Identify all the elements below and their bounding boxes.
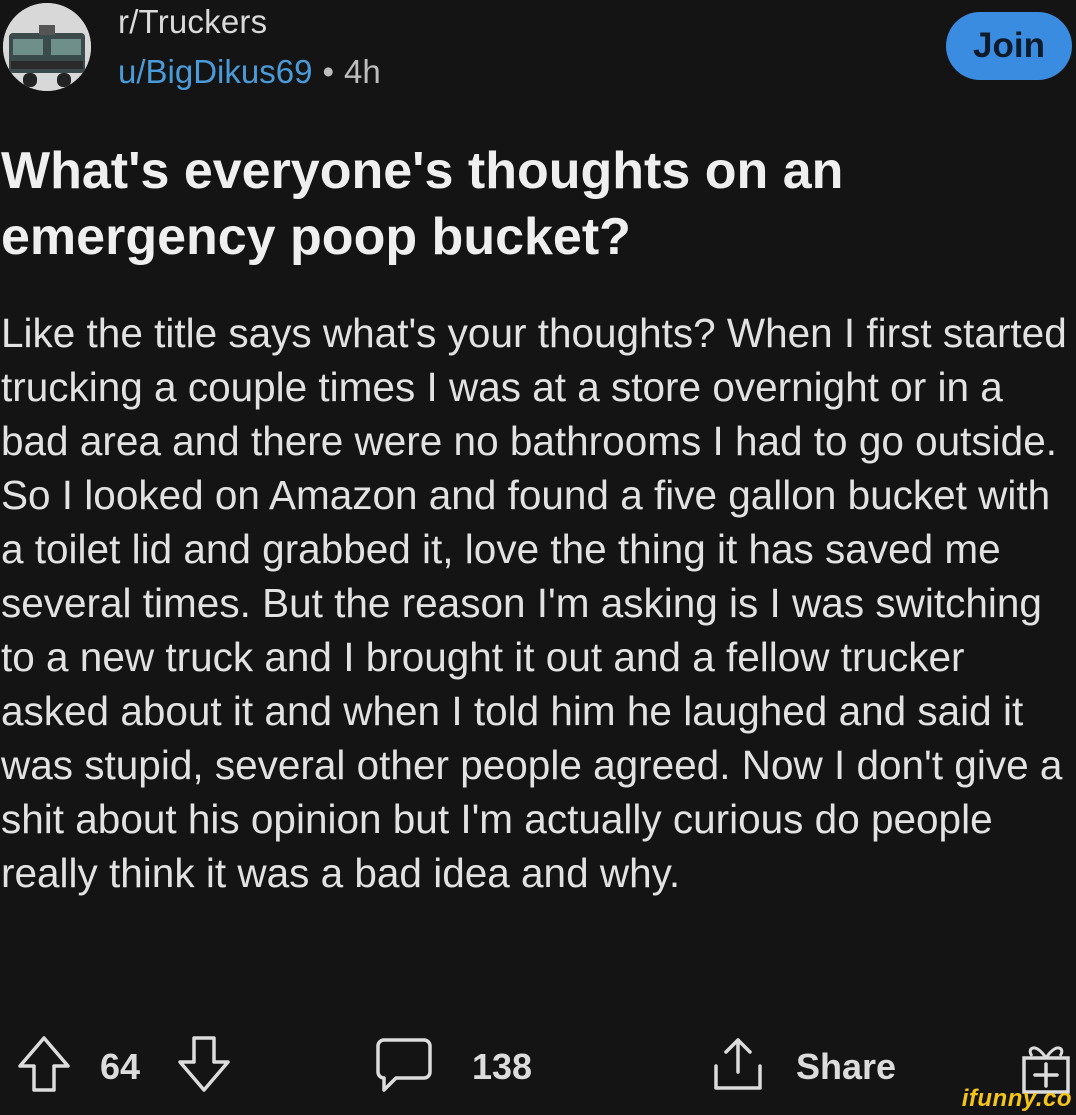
comment-count[interactable]: 138 [472,1046,532,1088]
post-meta: u/BigDikus69 • 4h [118,53,381,91]
join-button[interactable]: Join [946,12,1072,80]
post-header: r/Truckers u/BigDikus69 • 4h Join [0,0,1076,110]
post-body: Like the title says what's your thoughts… [1,310,1067,896]
vote-count: 64 [100,1046,141,1087]
post-action-bar: 64 138 Share [0,1030,1076,1110]
site-watermark: ifunny.co [961,1085,1072,1112]
meta-separator: • [322,53,335,90]
arrow-down-icon[interactable] [176,1034,232,1094]
post-title: What's everyone's thoughts on an emergen… [1,142,844,266]
subreddit-name[interactable]: r/Truckers [118,3,267,41]
share-label[interactable]: Share [796,1046,896,1088]
share-icon[interactable] [708,1032,768,1094]
subreddit-avatar[interactable] [3,3,91,91]
author-username[interactable]: u/BigDikus69 [118,53,312,90]
speech-bubble-icon[interactable] [374,1034,434,1094]
arrow-up-icon[interactable] [16,1034,72,1094]
post-age: 4h [344,53,381,90]
